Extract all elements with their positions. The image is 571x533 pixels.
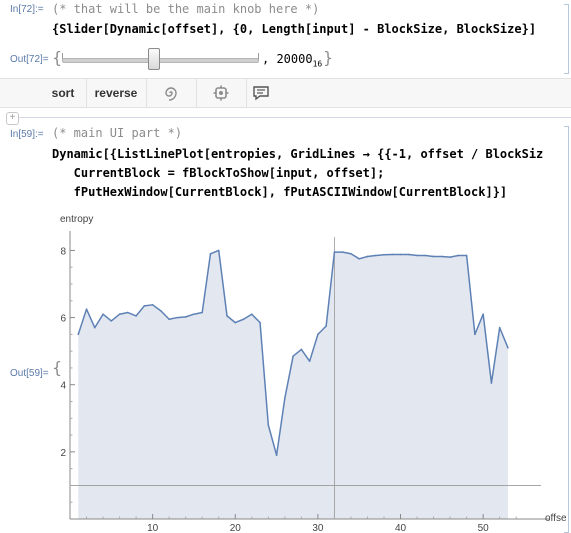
- data-point: [217, 249, 220, 252]
- data-point: [374, 254, 377, 257]
- data-point: [498, 326, 501, 329]
- data-point: [168, 318, 170, 321]
- data-point: [118, 313, 121, 316]
- x-tick-label: 30: [312, 523, 324, 531]
- data-point: [317, 333, 319, 336]
- data-point: [135, 315, 137, 317]
- data-point: [482, 313, 484, 316]
- data-point: [432, 255, 435, 258]
- data-point: [350, 252, 352, 255]
- data-point: [250, 313, 253, 316]
- data-point: [102, 313, 104, 316]
- data-point: [201, 311, 204, 314]
- y-tick-label: 4: [60, 381, 66, 392]
- x-tick-label: 10: [147, 523, 159, 531]
- data-point: [308, 360, 311, 363]
- x-axis-label: offse: [545, 513, 567, 524]
- data-point: [407, 253, 410, 256]
- data-point: [176, 316, 179, 319]
- data-point: [151, 304, 154, 306]
- data-point: [341, 251, 344, 253]
- data-point: [275, 454, 278, 457]
- y-axis-label: entropy: [60, 214, 93, 225]
- data-point: [93, 326, 96, 329]
- data-point: [242, 318, 245, 321]
- x-tick-label: 50: [478, 523, 490, 531]
- data-point: [465, 254, 468, 257]
- data-point: [209, 252, 212, 255]
- data-point: [490, 382, 493, 384]
- area-fill: [78, 250, 508, 519]
- data-point: [77, 333, 80, 336]
- data-point: [284, 397, 286, 399]
- data-point: [292, 355, 294, 357]
- data-point: [507, 346, 509, 349]
- data-point: [325, 325, 327, 327]
- data-point: [449, 256, 451, 258]
- y-tick-label: 8: [60, 246, 66, 257]
- data-point: [391, 253, 394, 256]
- data-point: [358, 258, 361, 260]
- data-point: [441, 255, 443, 258]
- data-point: [267, 424, 270, 426]
- data-point: [416, 254, 418, 257]
- data-point: [300, 348, 303, 351]
- data-point: [383, 253, 385, 256]
- data-point: [160, 310, 162, 312]
- x-tick-label: 20: [230, 523, 242, 531]
- data-point: [143, 305, 146, 307]
- data-point: [85, 308, 88, 310]
- data-point: [127, 311, 129, 314]
- y-tick-label: 2: [60, 448, 66, 459]
- data-point: [457, 254, 460, 257]
- entropy-plot: 2 4 6 8 10 20 30 40 50 entropy offse: [60, 214, 567, 531]
- data-point: [226, 315, 228, 317]
- data-point: [366, 255, 369, 258]
- x-tick-label: 40: [395, 523, 407, 531]
- data-point: [184, 316, 187, 318]
- data-point: [193, 313, 195, 316]
- y-tick-label: 6: [60, 314, 66, 325]
- data-point: [259, 321, 261, 324]
- data-point: [399, 253, 402, 256]
- data-point: [424, 254, 427, 257]
- data-point: [234, 321, 237, 324]
- data-point: [333, 251, 336, 253]
- data-point: [474, 333, 476, 336]
- data-point: [110, 320, 113, 322]
